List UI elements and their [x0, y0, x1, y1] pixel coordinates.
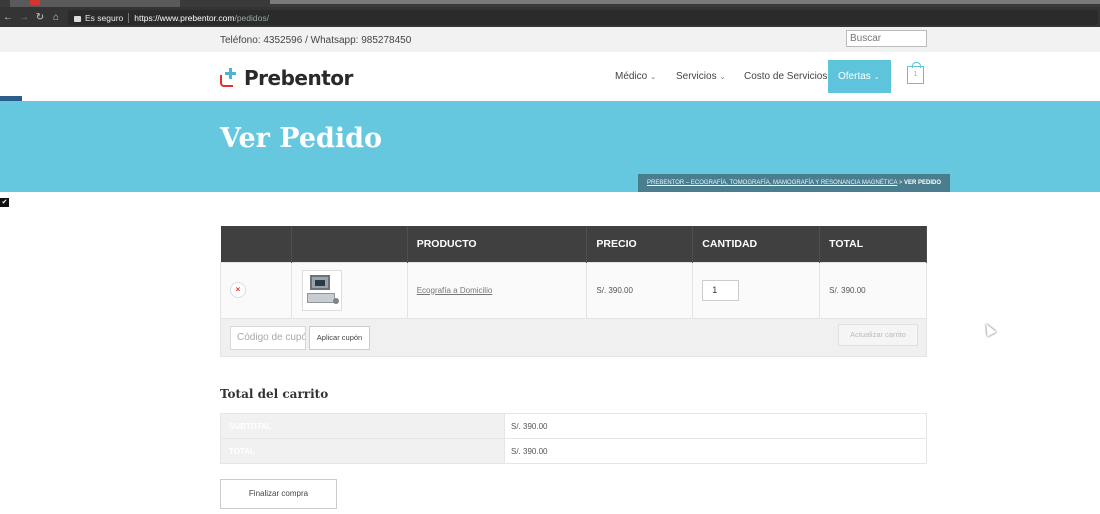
menu-item-label: Ofertas [838, 71, 871, 82]
subtotal-row: SUBTOTAL S/. 390.00 [220, 413, 927, 439]
url-path: /pedidos/ [234, 12, 269, 23]
quantity-input[interactable]: 1 [702, 279, 740, 301]
header-product: PRODUCTO [407, 226, 588, 262]
menu-item-label: Médico [615, 71, 648, 82]
breadcrumb-home-link[interactable]: PREBENTOR – ECOGRAFÍA, TOMOGRAFÍA, MAMOG… [647, 180, 897, 186]
quantity-cell: 1 [692, 261, 821, 319]
cart-count: 1 [913, 71, 918, 78]
browser-toolbar: ← → ↻ ⌂ Es seguro https://www.prebentor.… [0, 7, 1100, 27]
cart-table: PRODUCTO PRECIO CANTIDAD TOTAL × Ecograf… [220, 226, 927, 357]
coupon-code-input[interactable]: Código de cupón [230, 325, 306, 350]
product-link[interactable]: Ecografía a Domicilio [417, 286, 493, 295]
menu-item-costo-servicios[interactable]: Costo de Servicios [744, 60, 827, 93]
menu-item-servicios[interactable]: Servicios ⌄ [676, 60, 725, 93]
chevron-down-icon: ⌄ [719, 74, 726, 81]
coupon-row: Código de cupón Aplicar cupón Actualizar… [220, 317, 927, 357]
total-value: S/. 390.00 [504, 438, 927, 464]
remove-cell: × [220, 261, 292, 319]
total-cell: S/. 390.00 [819, 261, 927, 319]
update-cart-button[interactable]: Actualizar carrito [838, 323, 918, 346]
tab-favicon-icon [30, 0, 40, 5]
cart-totals-title: Total del carrito [220, 387, 329, 401]
header-quantity: CANTIDAD [692, 226, 821, 262]
address-separator [128, 12, 130, 23]
forward-icon[interactable]: → [16, 12, 32, 23]
checkout-button[interactable]: Finalizar compra [220, 479, 337, 509]
back-icon[interactable]: ← [0, 12, 16, 23]
chevron-down-icon: ⌄ [650, 74, 657, 81]
table-row: × Ecografía a Domicilio S/. 390.00 1 S/.… [220, 261, 927, 319]
product-thumbnail[interactable] [301, 269, 342, 311]
mouse-cursor-icon [981, 321, 997, 337]
contact-phone: Teléfono: 4352596 / Whatsapp: 985278450 [220, 35, 412, 46]
total-label: TOTAL [220, 438, 505, 464]
reload-icon[interactable]: ↻ [32, 12, 48, 23]
address-bar[interactable]: Es seguro https://www.prebentor.com /ped… [68, 10, 1098, 25]
apply-coupon-button[interactable]: Aplicar cupón [309, 325, 370, 350]
breadcrumb-current: VER PEDIDO [904, 180, 942, 186]
lock-icon [74, 15, 81, 22]
tab-strip-background [270, 0, 1100, 4]
product-cell: Ecografía a Domicilio [406, 261, 588, 319]
site-header: Prebentor Médico ⌄ Servicios ⌄ Costo de Se… [0, 52, 1100, 101]
menu-item-medico[interactable]: Médico ⌄ [615, 60, 656, 93]
cart-icon[interactable]: 1 [907, 62, 924, 84]
subtotal-label: SUBTOTAL [220, 413, 505, 439]
menu-item-label: Servicios [676, 71, 717, 82]
chevron-down-icon: ⌄ [873, 74, 880, 81]
header-thumbnail [291, 226, 408, 262]
header-total: TOTAL [819, 226, 927, 262]
search-input[interactable] [846, 30, 927, 47]
secure-label: Es seguro [85, 12, 124, 23]
thumbnail-cell [290, 261, 408, 319]
checkbox-icon[interactable]: ✔ [0, 198, 9, 207]
top-info-bar: Teléfono: 4352596 / Whatsapp: 985278450 [0, 27, 1100, 52]
logo-text: Prebentor [244, 66, 353, 90]
coupon-actions: Código de cupón Aplicar cupón Actualizar… [220, 317, 927, 357]
home-icon[interactable]: ⌂ [48, 12, 64, 23]
remove-item-button[interactable]: × [230, 282, 246, 298]
price-cell: S/. 390.00 [586, 261, 694, 319]
page-title: Ver Pedido [220, 123, 383, 154]
breadcrumb: PREBENTOR – ECOGRAFÍA, TOMOGRAFÍA, MAMOG… [638, 174, 951, 192]
logo-icon [220, 68, 240, 88]
subtotal-value: S/. 390.00 [504, 413, 927, 439]
menu-item-label: Costo de Servicios [744, 71, 828, 82]
breadcrumb-separator: > [897, 180, 905, 186]
cart-table-header: PRODUCTO PRECIO CANTIDAD TOTAL [220, 226, 927, 262]
total-row: TOTAL S/. 390.00 [220, 438, 927, 464]
site-logo[interactable]: Prebentor [220, 66, 353, 90]
menu-item-ofertas[interactable]: Ofertas ⌄ [828, 60, 891, 93]
header-price: PRECIO [586, 226, 694, 262]
page-banner: Ver Pedido PREBENTOR – ECOGRAFÍA, TOMOGR… [0, 101, 1100, 192]
url-host: https://www.prebentor.com [134, 12, 235, 23]
header-remove [220, 226, 292, 262]
browser-tab-strip [0, 0, 1100, 7]
cart-totals-table: SUBTOTAL S/. 390.00 TOTAL S/. 390.00 [220, 413, 927, 464]
